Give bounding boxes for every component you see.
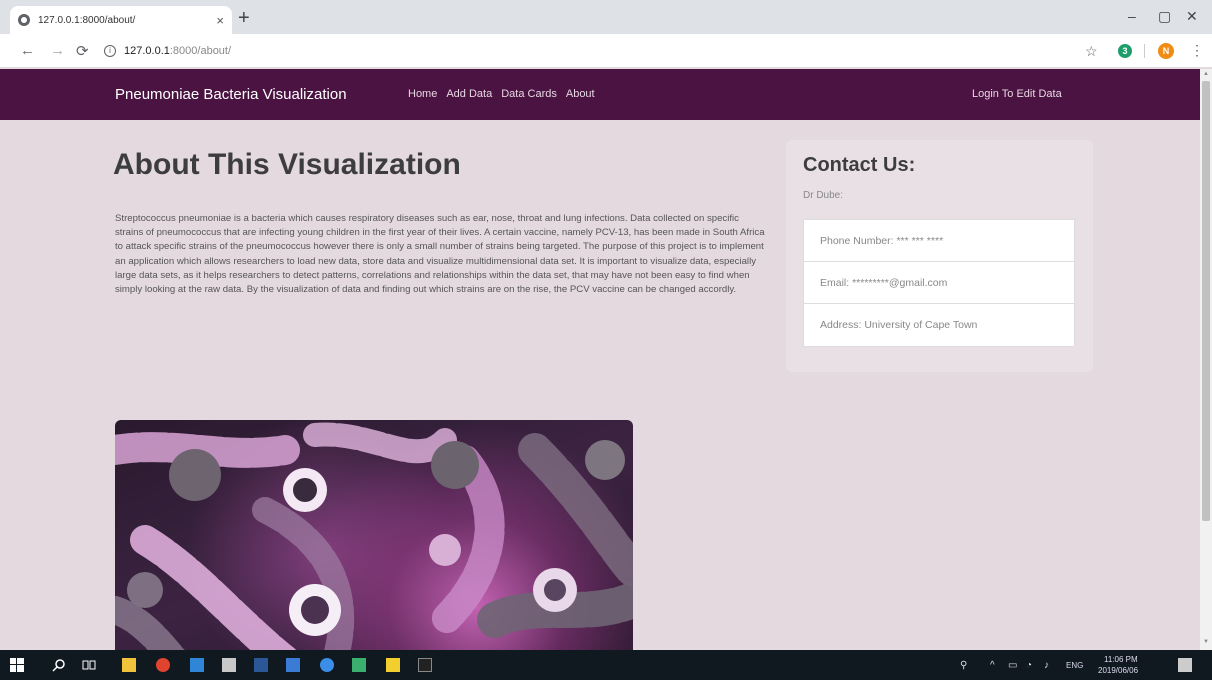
reload-icon[interactable]: ⟳ xyxy=(76,42,89,60)
nav-home[interactable]: Home xyxy=(408,88,437,100)
browser-tab[interactable]: 127.0.0.1:8000/about/ × xyxy=(10,6,232,34)
globe-app-icon[interactable] xyxy=(320,658,334,672)
url-host: 127.0.0.1 xyxy=(124,45,170,57)
brand-link[interactable]: Pneumoniae Bacteria Visualization xyxy=(115,86,347,103)
terminal-icon[interactable] xyxy=(418,658,432,672)
kebab-menu-icon[interactable]: ⋮ xyxy=(1190,42,1204,59)
network-icon[interactable]: ◔ xyxy=(1026,660,1032,671)
extension-icon[interactable]: 3 xyxy=(1118,44,1132,58)
login-link[interactable]: Login To Edit Data xyxy=(972,88,1062,100)
profile-avatar[interactable]: N xyxy=(1158,43,1174,59)
outlook-icon[interactable] xyxy=(286,658,300,672)
windows-start-icon[interactable] xyxy=(10,658,24,672)
scrollbar-thumb[interactable] xyxy=(1202,81,1210,521)
nav-data-cards[interactable]: Data Cards xyxy=(501,88,557,100)
file-explorer-icon[interactable] xyxy=(122,658,136,672)
address-bar[interactable]: i 127.0.0.1:8000/about/ xyxy=(104,39,1104,63)
scroll-up-icon[interactable]: ▲ xyxy=(1203,71,1209,77)
language-indicator[interactable]: ENG xyxy=(1066,661,1083,670)
scroll-down-icon[interactable]: ▼ xyxy=(1203,639,1209,645)
nav-add-data[interactable]: Add Data xyxy=(446,88,492,100)
contact-name: Dr Dube: xyxy=(803,190,844,201)
bookmark-star-icon[interactable]: ☆ xyxy=(1085,43,1098,60)
page-scrollbar[interactable]: ▲ ▼ xyxy=(1200,69,1212,650)
windows-taskbar: ⚲ ^ ▭ ◔ ♪ ENG 11:06 PM 2019/06/06 xyxy=(0,650,1212,680)
contact-email: Email: *********@gmail.com xyxy=(804,262,1074,304)
contact-list: Phone Number: *** *** **** Email: ******… xyxy=(803,219,1075,347)
word-icon[interactable] xyxy=(254,658,268,672)
new-tab-button[interactable]: + xyxy=(238,8,250,28)
globe-icon xyxy=(18,14,30,26)
nav-links: Home Add Data Data Cards About xyxy=(408,88,595,100)
bacteria-image xyxy=(115,420,633,650)
nav-about[interactable]: About xyxy=(566,88,595,100)
people-icon[interactable]: ⚲ xyxy=(960,660,967,671)
clock-date[interactable]: 2019/06/06 xyxy=(1098,666,1138,675)
info-icon[interactable]: i xyxy=(104,45,116,57)
spreadsheet-icon[interactable] xyxy=(352,658,366,672)
contact-phone: Phone Number: *** *** **** xyxy=(804,220,1074,262)
search-icon[interactable] xyxy=(52,658,66,672)
chrome-icon[interactable] xyxy=(156,658,170,672)
minimize-button[interactable]: – xyxy=(1128,8,1136,24)
contact-card: Contact Us: Dr Dube: Phone Number: *** *… xyxy=(786,140,1093,372)
tray-chevron-icon[interactable]: ^ xyxy=(990,660,995,671)
page-content: About This Visualization Streptococcus p… xyxy=(0,120,1200,650)
about-paragraph: Streptococcus pneumoniae is a bacteria w… xyxy=(115,213,765,296)
clock-time[interactable]: 11:06 PM xyxy=(1104,655,1138,664)
notes-icon[interactable] xyxy=(386,658,400,672)
app-icon[interactable] xyxy=(190,658,204,672)
battery-icon[interactable]: ▭ xyxy=(1008,660,1017,671)
notifications-icon[interactable] xyxy=(1178,658,1192,672)
mail-icon[interactable] xyxy=(222,658,236,672)
tab-title: 127.0.0.1:8000/about/ xyxy=(38,14,136,26)
site-navbar: Pneumoniae Bacteria Visualization Home A… xyxy=(0,69,1200,120)
volume-icon[interactable]: ♪ xyxy=(1044,660,1049,671)
browser-toolbar: ← → ⟳ i 127.0.0.1:8000/about/ ☆ 3 N ⋮ xyxy=(0,34,1212,68)
page-title: About This Visualization xyxy=(113,148,461,181)
task-view-icon[interactable] xyxy=(82,658,96,672)
close-window-button[interactable]: ✕ xyxy=(1186,8,1198,25)
forward-arrow-icon[interactable]: → xyxy=(50,42,65,59)
contact-address: Address: University of Cape Town xyxy=(820,319,978,331)
browser-tabstrip: 127.0.0.1:8000/about/ × + – ▢ ✕ xyxy=(0,0,1212,34)
tab-close-icon[interactable]: × xyxy=(216,13,224,28)
toolbar-divider xyxy=(1144,44,1145,58)
back-arrow-icon[interactable]: ← xyxy=(20,42,35,59)
maximize-button[interactable]: ▢ xyxy=(1158,8,1171,25)
url-path: :8000/about/ xyxy=(169,45,232,57)
contact-title: Contact Us: xyxy=(803,154,916,176)
